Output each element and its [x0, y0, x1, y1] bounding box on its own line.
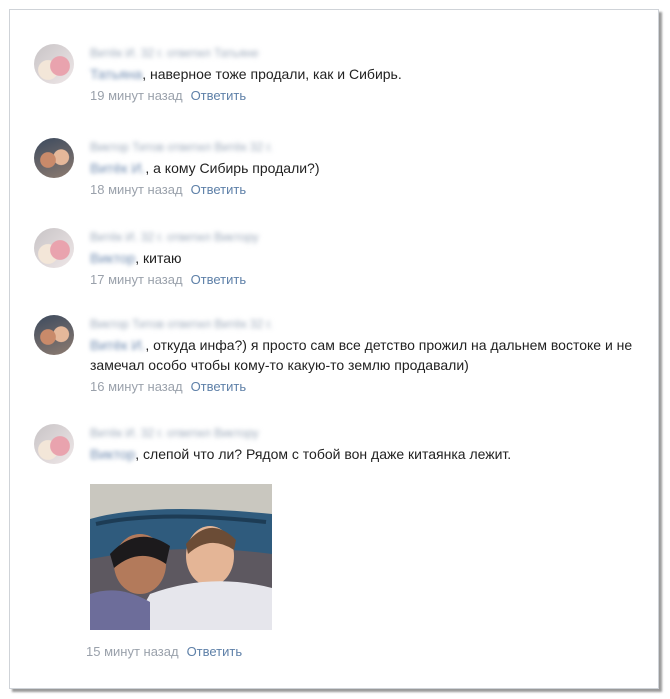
comments-panel: Витёк И. 32 г. ответил Татьяне Татьяна, … [9, 9, 659, 689]
avatar[interactable] [34, 228, 74, 268]
avatar[interactable] [34, 424, 74, 464]
mention-link[interactable]: Витёк И. [90, 158, 145, 178]
comment-text: Виктор, слепой что ли? Рядом с тобой вон… [90, 444, 650, 464]
author-name[interactable]: Витёк И. 32 г. ответил Виктору [90, 230, 290, 244]
comment-text: Витёк И., а кому Сибирь продали?) [90, 158, 650, 178]
comment-meta: 15 минут назад Ответить [86, 644, 242, 659]
attached-photo[interactable] [90, 484, 272, 630]
mention-link[interactable]: Татьяна [90, 64, 142, 84]
mention-link[interactable]: Витёк И. [90, 335, 145, 355]
comment-meta: 19 минут назад Ответить [90, 88, 650, 103]
comment-meta: 17 минут назад Ответить [90, 272, 650, 287]
mention-link[interactable]: Виктор [90, 248, 135, 268]
comment-body: , китаю [135, 250, 182, 266]
avatar[interactable] [34, 44, 74, 84]
avatar[interactable] [34, 315, 74, 355]
author-name[interactable]: Виктор Титов ответил Витёк 32 г. [90, 140, 290, 154]
timestamp: 15 минут назад [86, 644, 179, 659]
avatar[interactable] [34, 138, 74, 178]
author-name[interactable]: Виктор Титов ответил Витёк 32 г. [90, 317, 290, 331]
comment-body: , откуда инфа?) я просто сам все детство… [90, 337, 633, 373]
reply-button[interactable]: Ответить [191, 379, 247, 394]
comment-body: , наверное тоже продали, как и Сибирь. [142, 66, 402, 82]
mention-link[interactable]: Виктор [90, 444, 135, 464]
comment-body: , слепой что ли? Рядом с тобой вон даже … [135, 446, 512, 462]
author-name[interactable]: Витёк И. 32 г. ответил Виктору [90, 426, 290, 440]
timestamp: 19 минут назад [90, 88, 183, 103]
comment-text: Витёк И., откуда инфа?) я просто сам все… [90, 335, 650, 375]
comment-text: Виктор, китаю [90, 248, 650, 268]
comment-text: Татьяна, наверное тоже продали, как и Си… [90, 64, 650, 84]
reply-button[interactable]: Ответить [191, 182, 247, 197]
comment-meta: 16 минут назад Ответить [90, 379, 650, 394]
timestamp: 16 минут назад [90, 379, 183, 394]
comment-meta: 18 минут назад Ответить [90, 182, 650, 197]
author-name[interactable]: Витёк И. 32 г. ответил Татьяне [90, 46, 290, 60]
reply-button[interactable]: Ответить [187, 644, 243, 659]
comment-body: , а кому Сибирь продали?) [145, 160, 320, 176]
reply-button[interactable]: Ответить [191, 88, 247, 103]
reply-button[interactable]: Ответить [191, 272, 247, 287]
photo-image [90, 484, 272, 630]
timestamp: 17 минут назад [90, 272, 183, 287]
timestamp: 18 минут назад [90, 182, 183, 197]
